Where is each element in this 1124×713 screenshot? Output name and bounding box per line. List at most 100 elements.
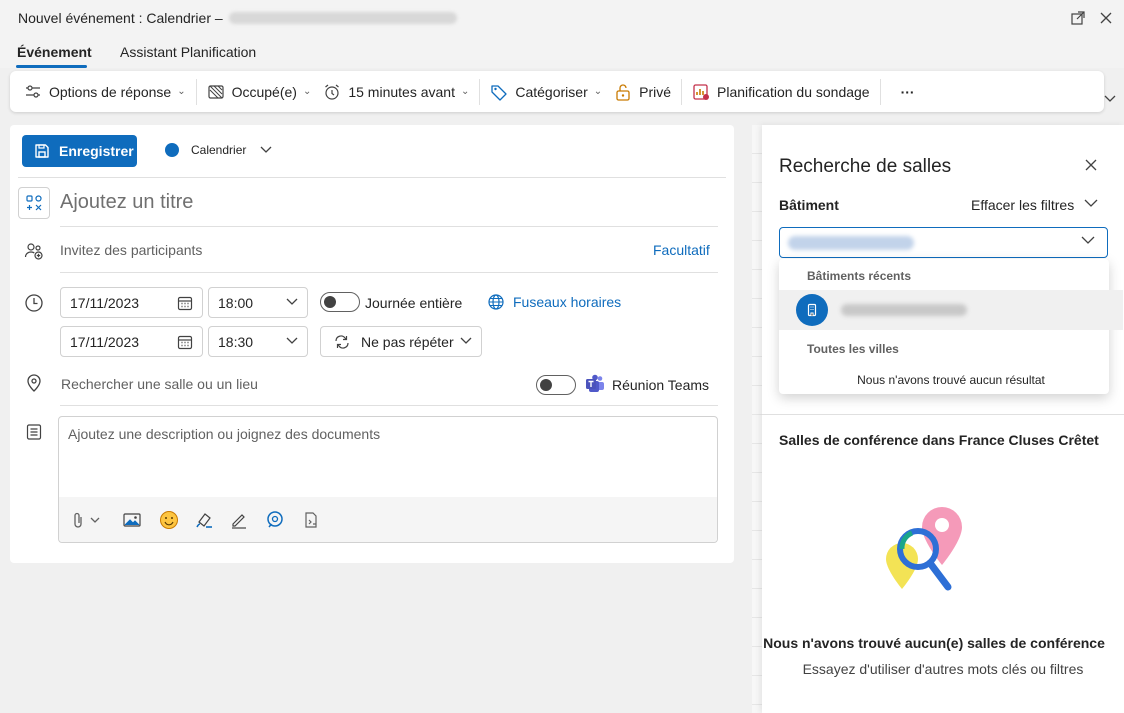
response-options-button[interactable]: Options de réponse ⌄ bbox=[18, 76, 192, 108]
calendar-selector[interactable]: Calendrier bbox=[165, 143, 272, 157]
divider bbox=[879, 78, 881, 105]
invite-attendees-input[interactable]: Invitez des participants bbox=[60, 242, 202, 258]
redacted-account bbox=[228, 12, 457, 24]
close-window-icon[interactable] bbox=[1096, 8, 1116, 28]
private-button[interactable]: Privé bbox=[608, 76, 677, 108]
start-time-value: 18:00 bbox=[218, 294, 254, 311]
chevron-down-icon: ⌄ bbox=[593, 86, 603, 97]
building-label: Bâtiment bbox=[779, 197, 839, 213]
chevron-down-icon bbox=[1081, 236, 1095, 245]
teams-meeting-toggle[interactable] bbox=[536, 375, 576, 395]
pop-out-icon[interactable] bbox=[1068, 8, 1088, 28]
reminder-label: 15 minutes avant bbox=[348, 83, 455, 100]
poll-button[interactable]: Planification du sondage bbox=[686, 76, 876, 108]
location-pin-icon bbox=[24, 373, 44, 393]
close-icon[interactable] bbox=[1084, 158, 1098, 172]
chevron-down-icon: ⌄ bbox=[460, 86, 470, 97]
calendar-icon[interactable] bbox=[177, 334, 193, 350]
ribbon-expand-chevron-icon[interactable] bbox=[1104, 94, 1116, 106]
divider bbox=[60, 405, 718, 406]
start-time-field[interactable]: 18:00 bbox=[208, 287, 308, 318]
reminder-button[interactable]: 15 minutes avant ⌄ bbox=[317, 76, 475, 108]
meeting-notes-icon[interactable] bbox=[301, 510, 321, 530]
description-placeholder: Ajoutez une description ou joignez des d… bbox=[68, 426, 381, 442]
chevron-down-icon[interactable] bbox=[1084, 199, 1098, 208]
more-options-button[interactable]: ··· bbox=[885, 76, 931, 108]
start-date-value: 17/11/2023 bbox=[70, 294, 140, 311]
optional-attendees-link[interactable]: Facultatif bbox=[653, 242, 710, 258]
teams-meeting-label: Réunion Teams bbox=[612, 377, 710, 393]
busy-icon bbox=[207, 83, 225, 101]
end-time-field[interactable]: 18:30 bbox=[208, 326, 308, 357]
calendar-label: Calendrier bbox=[191, 143, 247, 157]
tab-event[interactable]: Événement bbox=[17, 44, 92, 60]
emoji-icon[interactable] bbox=[159, 510, 179, 530]
empty-state-title: Nous n'avons trouvé aucun(e) salles de c… bbox=[763, 635, 1105, 651]
draw-pen-icon[interactable] bbox=[229, 510, 249, 530]
event-form: Enregistrer Calendrier Ajoutez un titre … bbox=[10, 125, 734, 563]
chevron-down-icon bbox=[260, 143, 272, 157]
alarm-clock-icon bbox=[323, 83, 341, 101]
search-illustration-icon bbox=[880, 505, 970, 608]
building-dropdown-list: Bâtiments récents Toutes les villes Nous… bbox=[779, 259, 1123, 394]
chevron-down-icon bbox=[286, 337, 298, 345]
redacted-building-value bbox=[788, 236, 914, 250]
start-date-field[interactable]: 17/11/2023 bbox=[60, 287, 203, 318]
toggle-knob bbox=[324, 296, 336, 308]
recent-building-option[interactable] bbox=[779, 290, 1123, 330]
divider bbox=[195, 78, 197, 105]
loop-icon[interactable] bbox=[265, 510, 285, 530]
show-as-button[interactable]: Occupé(e) ⌄ bbox=[201, 76, 318, 108]
event-type-icon[interactable] bbox=[18, 187, 50, 219]
conference-rooms-heading: Salles de conférence dans France Cluses … bbox=[779, 432, 1099, 448]
format-paint-icon[interactable] bbox=[194, 510, 214, 530]
categorize-button[interactable]: Catégoriser ⌄ bbox=[484, 76, 608, 108]
divider bbox=[18, 177, 726, 178]
all-cities-header: Toutes les villes bbox=[807, 342, 899, 356]
divider bbox=[60, 272, 718, 273]
time-zones-link[interactable]: Fuseaux horaires bbox=[513, 294, 621, 310]
room-finder-panel: Recherche de salles Bâtiment Effacer les… bbox=[762, 125, 1124, 713]
tab-scheduling-assistant[interactable]: Assistant Planification bbox=[120, 44, 256, 60]
chevron-down-icon: ⌄ bbox=[177, 86, 186, 97]
toggle-knob bbox=[540, 379, 552, 391]
description-editor[interactable]: Ajoutez une description ou joignez des d… bbox=[58, 416, 718, 543]
globe-icon[interactable] bbox=[486, 292, 506, 312]
tab-bar: Événement Assistant Planification bbox=[0, 36, 1124, 68]
add-people-icon bbox=[24, 241, 44, 261]
building-icon bbox=[796, 294, 828, 326]
poll-label: Planification du sondage bbox=[717, 83, 870, 100]
calendar-color-dot bbox=[165, 143, 179, 157]
end-time-value: 18:30 bbox=[218, 333, 254, 350]
private-label: Privé bbox=[639, 83, 672, 100]
chevron-down-icon: ⌄ bbox=[302, 86, 312, 97]
end-date-field[interactable]: 17/11/2023 bbox=[60, 326, 203, 357]
divider bbox=[60, 226, 718, 227]
clear-filters-button[interactable]: Effacer les filtres bbox=[971, 197, 1074, 213]
repeat-dropdown[interactable]: Ne pas répéter bbox=[320, 326, 482, 357]
save-button[interactable]: Enregistrer bbox=[22, 135, 137, 167]
repeat-icon bbox=[333, 333, 351, 351]
all-day-toggle[interactable] bbox=[320, 292, 360, 312]
calendar-icon[interactable] bbox=[177, 295, 193, 311]
divider bbox=[479, 78, 481, 105]
location-input[interactable]: Rechercher une salle ou un lieu bbox=[61, 376, 258, 392]
divider bbox=[681, 78, 683, 105]
end-date-value: 17/11/2023 bbox=[70, 333, 140, 350]
divider bbox=[762, 414, 1124, 415]
insert-image-icon[interactable] bbox=[122, 510, 142, 530]
settings-sliders-icon bbox=[24, 83, 42, 101]
poll-icon bbox=[692, 83, 710, 101]
redacted-building-name bbox=[841, 304, 967, 316]
tag-icon bbox=[490, 83, 508, 101]
busy-label: Occupé(e) bbox=[231, 83, 297, 100]
recent-buildings-header: Bâtiments récents bbox=[807, 269, 912, 283]
title-bar: Nouvel événement : Calendrier – bbox=[0, 0, 1124, 36]
repeat-value: Ne pas répéter bbox=[361, 333, 454, 350]
title-input[interactable]: Ajoutez un titre bbox=[60, 191, 193, 214]
no-result-message: Nous n'avons trouvé aucun résultat bbox=[857, 373, 1045, 387]
building-combobox[interactable] bbox=[779, 227, 1108, 258]
attach-file-icon[interactable] bbox=[71, 510, 105, 530]
lock-icon bbox=[614, 83, 632, 101]
teams-icon bbox=[585, 374, 605, 394]
